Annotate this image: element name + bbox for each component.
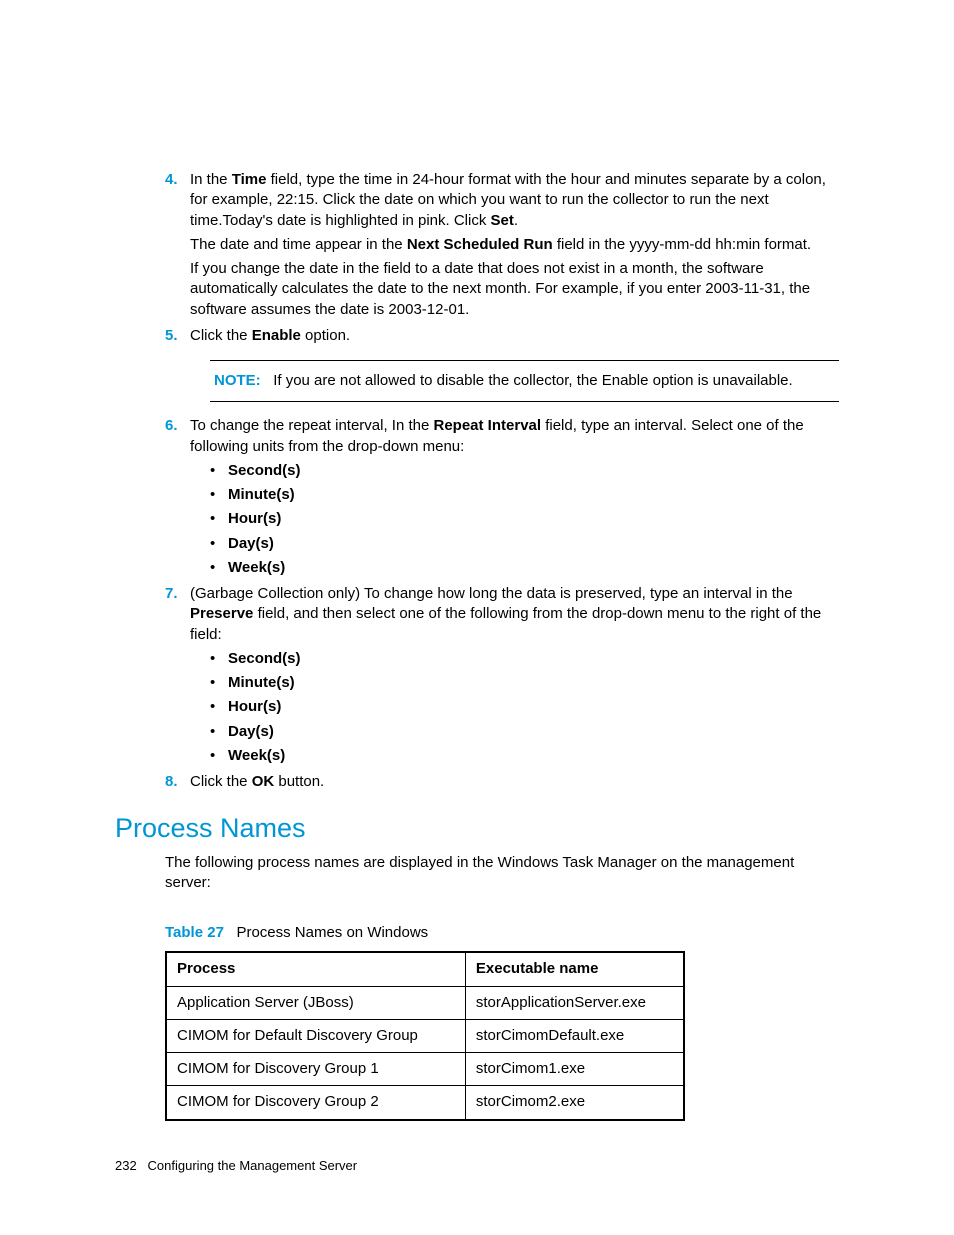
step-text: (Garbage Collection only) To change how …: [190, 585, 821, 643]
page-footer: 232 Configuring the Management Server: [115, 1157, 839, 1175]
step-number: 5.: [165, 326, 178, 346]
bullet-list: Second(s) Minute(s) Hour(s) Day(s) Week(…: [210, 649, 839, 766]
table-cell: storCimom1.exe: [465, 1053, 684, 1086]
step-number: 6.: [165, 416, 178, 436]
table-cell: storApplicationServer.exe: [465, 986, 684, 1019]
step-5: 5. Click the Enable option. NOTE: If you…: [165, 326, 839, 403]
table-cell: Application Server (JBoss): [166, 986, 465, 1019]
step-number: 8.: [165, 772, 178, 792]
step-text: Click the OK button.: [190, 773, 324, 790]
bullet-item: Day(s): [210, 722, 839, 742]
bullet-item: Hour(s): [210, 697, 839, 717]
table-cell: storCimomDefault.exe: [465, 1019, 684, 1052]
step-number: 4.: [165, 170, 178, 190]
table-caption: Table 27 Process Names on Windows: [165, 923, 839, 943]
bullet-item: Minute(s): [210, 485, 839, 505]
step-6: 6. To change the repeat interval, In the…: [165, 416, 839, 578]
table-cell: CIMOM for Default Discovery Group: [166, 1019, 465, 1052]
table-row: Application Server (JBoss) storApplicati…: [166, 986, 684, 1019]
bullet-item: Second(s): [210, 649, 839, 669]
step-para: If you change the date in the field to a…: [190, 259, 839, 320]
table-caption-text: Process Names on Windows: [236, 924, 428, 941]
table-row: CIMOM for Discovery Group 2 storCimom2.e…: [166, 1086, 684, 1120]
page-number: 232: [115, 1158, 137, 1173]
bullet-item: Day(s): [210, 534, 839, 554]
section-heading: Process Names: [115, 810, 839, 846]
step-text: In the Time field, type the time in 24-h…: [190, 171, 826, 229]
table-header: Executable name: [465, 952, 684, 986]
table-header-row: Process Executable name: [166, 952, 684, 986]
footer-title: Configuring the Management Server: [148, 1158, 358, 1173]
bullet-item: Second(s): [210, 461, 839, 481]
step-number: 7.: [165, 584, 178, 604]
step-para: The date and time appear in the Next Sch…: [190, 235, 839, 255]
steps-list: 4. In the Time field, type the time in 2…: [165, 170, 839, 792]
table-cell: CIMOM for Discovery Group 2: [166, 1086, 465, 1120]
bullet-item: Minute(s): [210, 673, 839, 693]
table-label: Table 27: [165, 924, 224, 941]
bullet-item: Week(s): [210, 558, 839, 578]
step-4: 4. In the Time field, type the time in 2…: [165, 170, 839, 320]
bullet-list: Second(s) Minute(s) Hour(s) Day(s) Week(…: [210, 461, 839, 578]
table-row: CIMOM for Default Discovery Group storCi…: [166, 1019, 684, 1052]
note-text: If you are not allowed to disable the co…: [273, 372, 793, 389]
process-table: Process Executable name Application Serv…: [165, 951, 685, 1120]
note-label: NOTE:: [214, 372, 261, 389]
bullet-item: Week(s): [210, 746, 839, 766]
bullet-item: Hour(s): [210, 509, 839, 529]
step-text: To change the repeat interval, In the Re…: [190, 417, 804, 454]
table-row: CIMOM for Discovery Group 1 storCimom1.e…: [166, 1053, 684, 1086]
table-cell: CIMOM for Discovery Group 1: [166, 1053, 465, 1086]
section-intro: The following process names are displaye…: [165, 853, 839, 894]
step-8: 8. Click the OK button.: [165, 772, 839, 792]
step-7: 7. (Garbage Collection only) To change h…: [165, 584, 839, 766]
table-header: Process: [166, 952, 465, 986]
page-content: 4. In the Time field, type the time in 2…: [0, 0, 954, 1234]
note-box: NOTE: If you are not allowed to disable …: [210, 360, 839, 402]
step-text: Click the Enable option.: [190, 327, 350, 344]
table-cell: storCimom2.exe: [465, 1086, 684, 1120]
